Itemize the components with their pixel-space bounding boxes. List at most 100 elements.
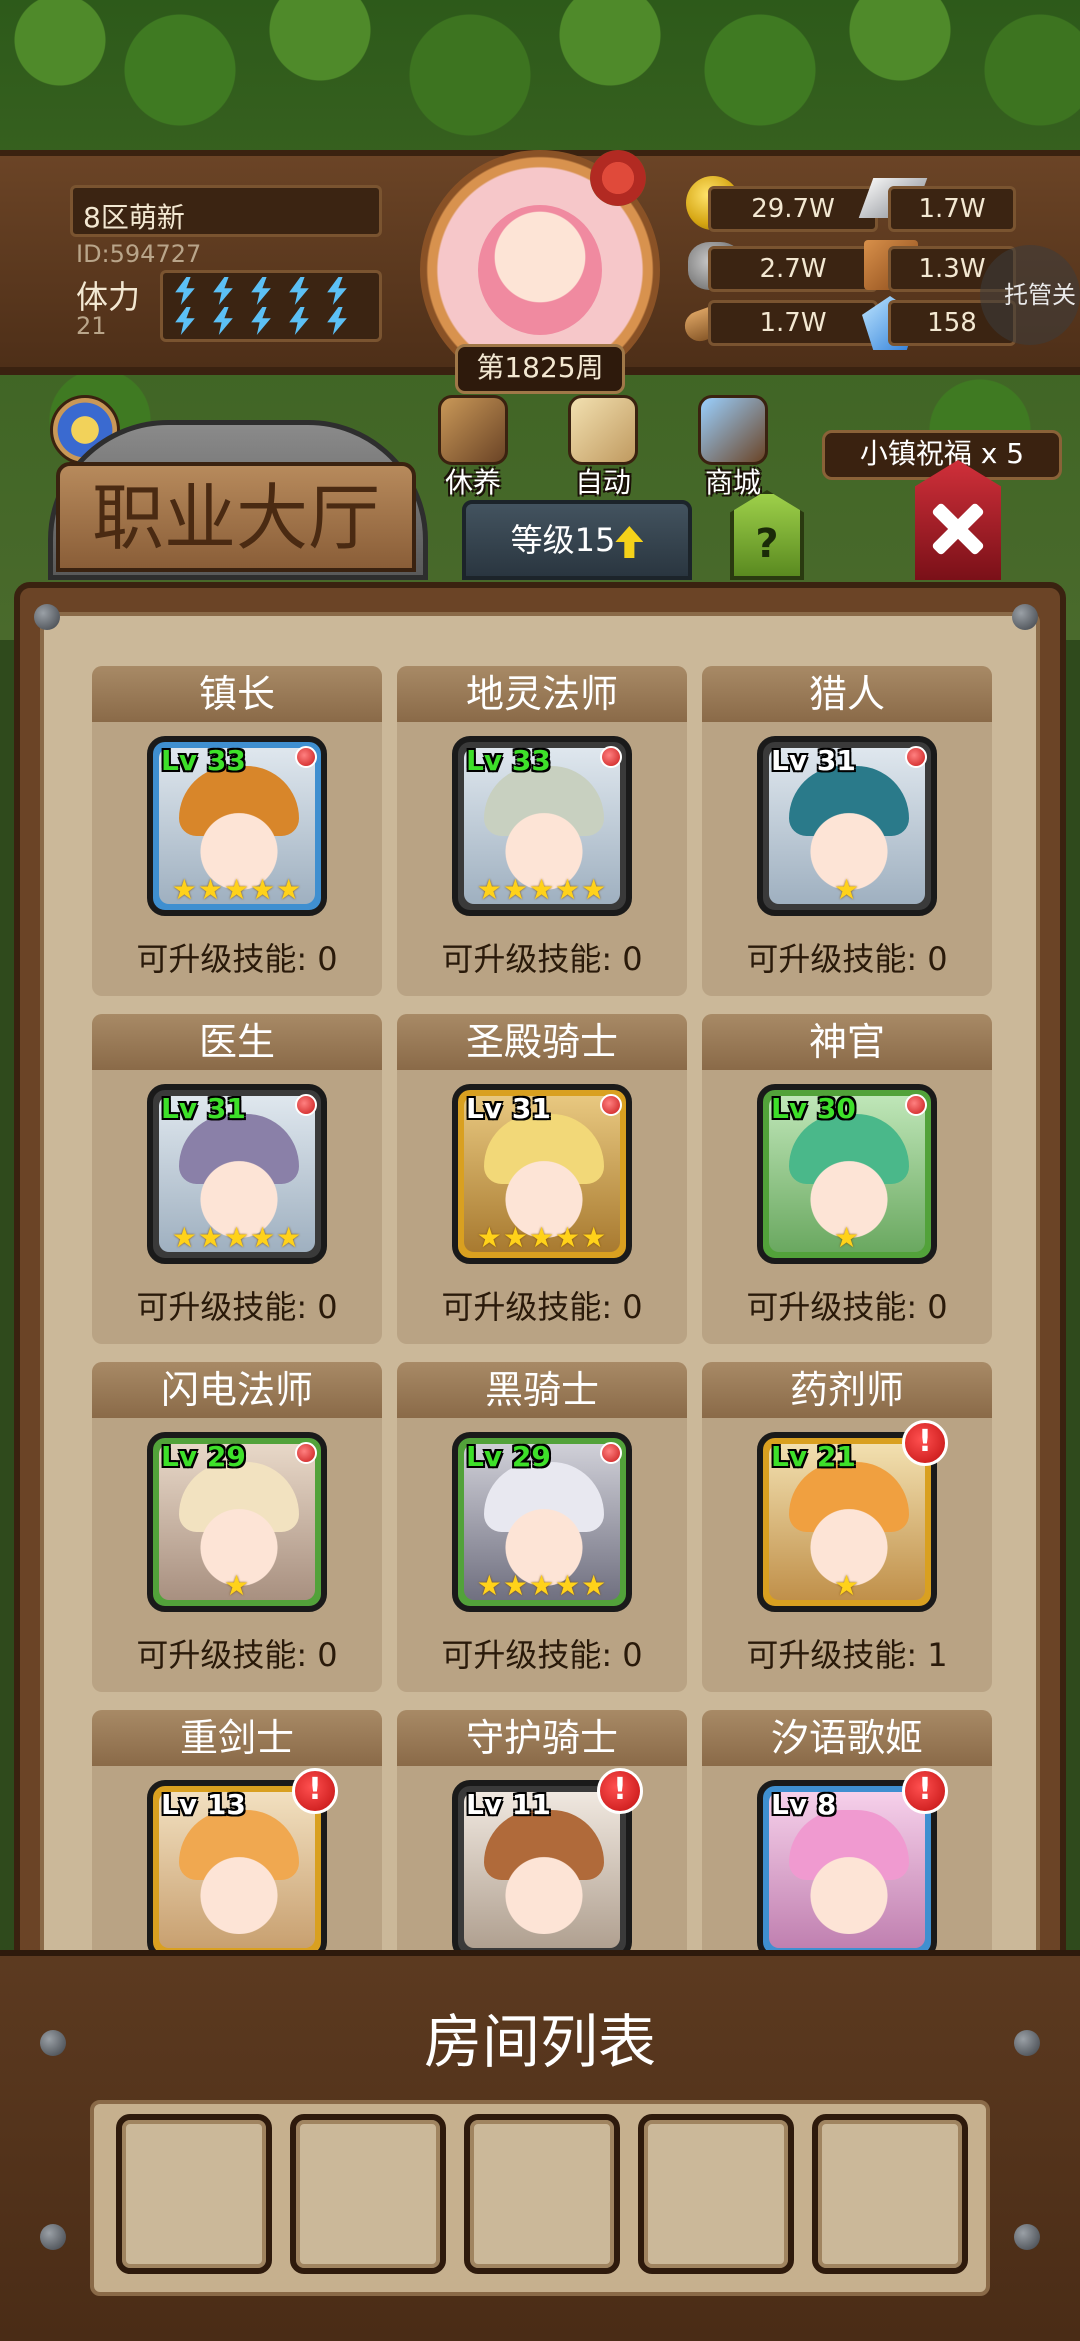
job-level: Lv 8 — [771, 1788, 837, 1821]
job-level: Lv 33 — [466, 744, 551, 777]
lightning-bolt-icon — [213, 277, 233, 305]
room-slot[interactable] — [638, 2114, 794, 2274]
stamina-value: 21 — [76, 312, 107, 340]
rivet-icon — [34, 604, 60, 630]
nav-rest-label: 休养 — [444, 466, 501, 499]
job-card[interactable]: 猎人 Lv 31 ★ 可升级技能: 0 — [702, 666, 992, 996]
job-name: 地灵法师 — [397, 666, 687, 722]
job-level: Lv 31 — [161, 1092, 246, 1125]
rivet-icon — [1014, 2224, 1040, 2250]
job-card[interactable]: 闪电法师 Lv 29 ★ 可升级技能: 0 — [92, 1362, 382, 1692]
lightning-bolt-icon — [289, 277, 309, 305]
job-card[interactable]: 药剂师 Lv 21 ★ ! 可升级技能: 1 — [702, 1362, 992, 1692]
hall-level: 等级15 — [510, 521, 616, 559]
job-level: Lv 30 — [771, 1092, 856, 1125]
job-level: Lv 21 — [771, 1440, 856, 1473]
red-dot-icon — [295, 746, 317, 768]
job-avatar: Lv 31 ★ — [757, 736, 937, 916]
red-dot-icon — [600, 746, 622, 768]
job-avatar: Lv 30 ★ — [757, 1084, 937, 1264]
upgradable-skills: 可升级技能: 1 — [746, 1636, 948, 1674]
red-dot-icon — [295, 1094, 317, 1116]
star-rating: ★★★★★ — [171, 873, 303, 906]
player-id: ID:594727 — [76, 240, 202, 268]
upgradable-skills: 可升级技能: 0 — [746, 1288, 948, 1326]
nav-auto[interactable]: 自动 — [558, 395, 648, 505]
job-card[interactable]: 地灵法师 Lv 33 ★★★★★ 可升级技能: 0 — [397, 666, 687, 996]
red-dot-icon — [600, 1442, 622, 1464]
job-level: Lv 11 — [466, 1788, 551, 1821]
job-name: 医生 — [92, 1014, 382, 1070]
job-name: 重剑士 — [92, 1710, 382, 1766]
rivet-icon — [40, 2224, 66, 2250]
job-name: 汐语歌姬 — [702, 1710, 992, 1766]
lightning-bolt-icon — [175, 307, 195, 335]
job-name: 神官 — [702, 1014, 992, 1070]
job-level: Lv 31 — [771, 744, 856, 777]
player-name: 8区萌新 — [70, 185, 382, 237]
lightning-bolt-icon — [327, 307, 347, 335]
star-rating: ★ — [833, 873, 861, 906]
nav-rest[interactable]: 休养 — [428, 395, 518, 505]
lightning-bolt-icon — [289, 307, 309, 335]
room-slot[interactable] — [812, 2114, 968, 2274]
red-dot-icon — [905, 1094, 927, 1116]
job-card[interactable]: 神官 Lv 30 ★ 可升级技能: 0 — [702, 1014, 992, 1344]
job-name: 猎人 — [702, 666, 992, 722]
character-face — [799, 1838, 899, 1934]
week-counter: 第1825周 — [455, 344, 625, 394]
lightning-bolt-icon — [251, 307, 271, 335]
job-name: 圣殿骑士 — [397, 1014, 687, 1070]
player-avatar-face — [478, 205, 602, 335]
job-level: Lv 29 — [466, 1440, 551, 1473]
star-rating: ★★★★★ — [171, 1221, 303, 1254]
wood-amount: 1.7W — [708, 300, 878, 346]
room-slot[interactable] — [464, 2114, 620, 2274]
star-rating: ★★★★★ — [476, 1221, 608, 1254]
star-rating: ★ — [833, 1569, 861, 1602]
alert-icon: ! — [902, 1768, 948, 1814]
level-up-arrow-icon — [615, 526, 644, 558]
upgradable-skills: 可升级技能: 0 — [441, 1288, 643, 1326]
alert-icon: ! — [292, 1768, 338, 1814]
job-name: 镇长 — [92, 666, 382, 722]
lightning-bolt-icon — [213, 307, 233, 335]
job-level: Lv 33 — [161, 744, 246, 777]
upgradable-skills: 可升级技能: 0 — [441, 1636, 643, 1674]
alert-icon: ! — [597, 1768, 643, 1814]
room-slot[interactable] — [290, 2114, 446, 2274]
star-rating: ★★★★★ — [476, 873, 608, 906]
job-card[interactable]: 圣殿骑士 Lv 31 ★★★★★ 可升级技能: 0 — [397, 1014, 687, 1344]
red-dot-icon — [600, 1094, 622, 1116]
stamina-bar — [160, 270, 382, 342]
job-level: Lv 13 — [161, 1788, 246, 1821]
job-card[interactable]: 医生 Lv 31 ★★★★★ 可升级技能: 0 — [92, 1014, 382, 1344]
silver-amount: 1.7W — [888, 186, 1016, 232]
shop-icon — [698, 395, 768, 465]
red-dot-icon — [295, 1442, 317, 1464]
job-avatar: Lv 33 ★★★★★ — [147, 736, 327, 916]
upgradable-skills: 可升级技能: 0 — [136, 1636, 338, 1674]
job-card[interactable]: 黑骑士 Lv 29 ★★★★★ 可升级技能: 0 — [397, 1362, 687, 1692]
character-face — [494, 1838, 594, 1934]
map-icon — [568, 395, 638, 465]
red-dot-icon — [905, 746, 927, 768]
nav-auto-label: 自动 — [574, 466, 631, 499]
star-rating: ★ — [223, 1569, 251, 1602]
job-avatar: Lv 31 ★★★★★ — [452, 1084, 632, 1264]
room-slot[interactable] — [116, 2114, 272, 2274]
auto-manage-toggle[interactable]: 托管关 — [980, 245, 1080, 345]
nav-shop[interactable]: 商城 — [688, 395, 778, 505]
ore-amount: 2.7W — [708, 246, 878, 292]
job-name: 守护骑士 — [397, 1710, 687, 1766]
job-card[interactable]: 镇长 Lv 33 ★★★★★ 可升级技能: 0 — [92, 666, 382, 996]
lightning-bolt-icon — [327, 277, 347, 305]
upgradable-skills: 可升级技能: 0 — [746, 940, 948, 978]
upgradable-skills: 可升级技能: 0 — [136, 1288, 338, 1326]
lightning-bolt-icon — [175, 277, 195, 305]
rest-icon — [438, 395, 508, 465]
upgradable-skills: 可升级技能: 0 — [441, 940, 643, 978]
lightning-bolt-icon — [251, 277, 271, 305]
hall-level-tab[interactable]: 等级15 — [462, 500, 692, 580]
job-name: 黑骑士 — [397, 1362, 687, 1418]
